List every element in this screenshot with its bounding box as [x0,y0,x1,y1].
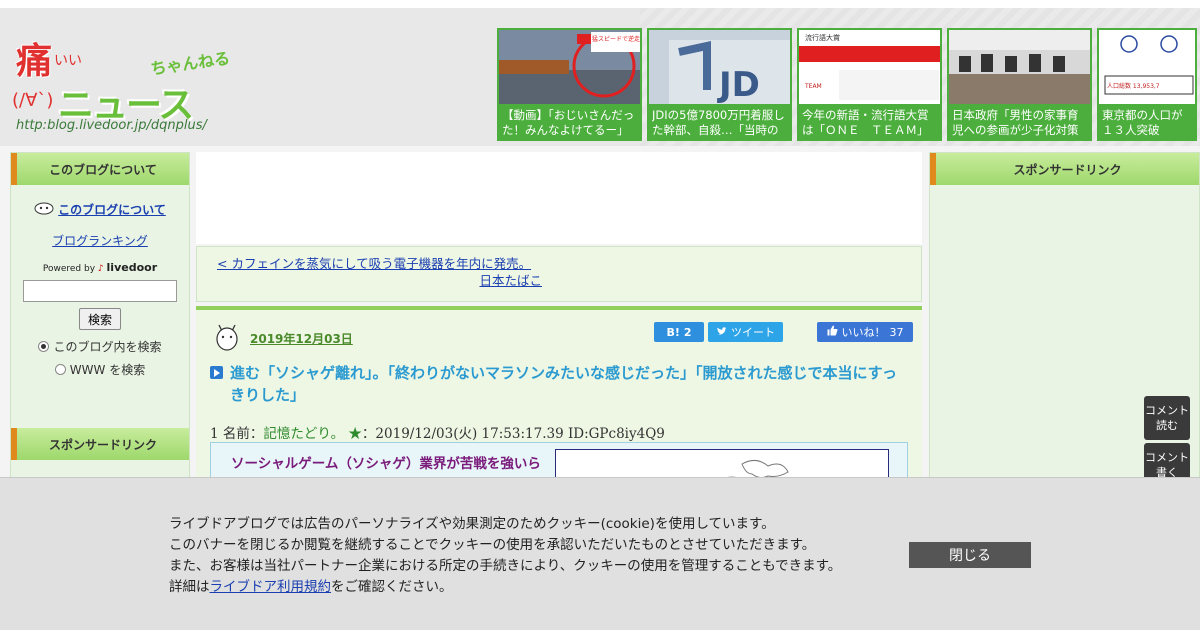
play-square-icon [210,366,223,379]
fb-like-count: 37 [889,325,904,339]
thumbnail-card[interactable]: 猛スピードで逆走 【動画】「おじいさんだった！みんなよけてるー」80 [497,28,642,141]
thumbnail-image-text: 流行語大賞 [805,33,840,42]
face-icon [34,202,54,218]
tweet-label: ツイート [731,326,775,339]
cookie-line1: ライブドアブログでは広告のパーソナライズや効果測定のためクッキー(cookie)… [169,516,775,532]
search-input[interactable] [23,280,177,302]
logo-main-char: 痛 [16,40,53,82]
thumbnail-image-text: JD [717,65,760,104]
facebook-like-button[interactable]: いいね！ 37 [817,322,913,342]
hatena-bookmark-button[interactable]: B! 2 [654,322,704,342]
prev-article-line1: < カフェインを蒸気にして吸う電子機器を年内に発売。 [217,256,532,271]
ranking-link[interactable]: ブログランキング [11,232,189,249]
about-link[interactable]: このブログについて [34,201,166,218]
cookie-close-button[interactable]: 閉じる [909,542,1031,568]
radio-checked-icon[interactable] [38,341,50,352]
response-header: 1 名前：記憶たどり。 ★：2019/12/03(火) 17:53:17.39 … [210,422,665,442]
search-button[interactable]: 検索 [79,308,121,330]
response-number: 1 [210,426,219,442]
twitter-bird-icon [716,326,727,339]
response-meta: ：2019/12/03(火) 17:53:17.39 ID:GPc8iy4Q9 [361,426,665,442]
cookie-line4: 詳細はライブドア利用規約をご確認ください。 [169,577,841,598]
about-heading: このブログについて [11,153,189,185]
thumbnail-card[interactable]: 日本政府「男性の家事育児への参画が少子化対策に繋 [947,28,1092,141]
response-star-icon: ★ [348,426,362,442]
read-comments-button[interactable]: コメント読む [1144,396,1190,440]
thumbnail-image-text: 人口総数 13,953,7 [1107,82,1160,90]
left-sponsor-heading: スポンサードリンク [11,428,189,460]
tweet-button[interactable]: ツイート [708,322,783,342]
livedoor-logo-icon: ♪ [97,264,104,274]
response-name-label: 名前： [222,426,264,442]
thumbnail-image: 人口総数 13,953,7 [1099,30,1195,104]
fb-like-label: いいね！ [841,326,886,339]
logo-small-text: いい [54,53,82,69]
right-sponsor-heading: スポンサードリンク [930,153,1199,185]
cookie-line4-prefix: 詳細は [169,579,210,595]
radio-search-blog-label: このブログ内を検索 [53,340,162,354]
thumbnail-card[interactable]: JD JDIの5億7800万円着服した幹部、自殺…「当時の経営 [647,28,792,141]
cookie-line4-suffix: をご確認ください。 [331,579,453,595]
site-logo[interactable]: 痛 いい ちゃんねる (/∀`) ニュース http:blog.livedoor… [10,28,232,138]
site-header: 痛 いい ちゃんねる (/∀`) ニュース http:blog.livedoor… [0,0,1200,146]
cookie-banner: ライブドアブログでは広告のパーソナライズや効果測定のためクッキー(cookie)… [0,477,1200,630]
logo-face-text: (/∀`) [12,90,54,111]
prev-article-box: < カフェインを蒸気にして吸う電子機器を年内に発売。 日本たばこ [196,246,922,302]
thumbnail-caption: 東京都の人口が１３人突破 [1102,108,1183,137]
cookie-text: ライブドアブログでは広告のパーソナライズや効果測定のためクッキー(cookie)… [169,514,841,598]
radio-search-www[interactable]: WWW を検索 [11,361,189,378]
svg-text:TEAM: TEAM [804,83,822,90]
post-title[interactable]: 進む「ソシャゲ離れ」。「終わりがないマラソンみたいな感じだった」「開放された感じ… [210,362,910,406]
post-date[interactable]: 2019年12月03日 [250,330,353,347]
about-link-label: このブログについて [58,203,166,217]
response-name: 記憶たどり。 [263,426,345,442]
header-article-thumbnails: 猛スピードで逆走 【動画】「おじいさんだった！みんなよけてるー」80 JD JD… [497,28,1197,141]
hatena-label: B! [666,325,680,339]
prev-article-line2: 日本たばこ [479,273,542,288]
thumbnail-image: 流行語大賞 TEAM [799,30,940,104]
cookie-line3: また、お客様は当社パートナー企業における所定の手続きにより、クッキーの使用を管理… [169,558,842,574]
thumbnail-image: 猛スピードで逆走 [499,30,640,104]
thumbnail-image: JD [649,30,790,104]
powered-brand: livedoor [106,261,158,274]
radio-search-www-label: WWW を検索 [69,363,146,377]
post-title-text: 進む「ソシャゲ離れ」。「終わりがないマラソンみたいな感じだった」「開放された感じ… [230,364,898,404]
thumbs-up-icon [827,325,838,339]
prev-article-link[interactable]: < カフェインを蒸気にして吸う電子機器を年内に発売。 日本たばこ [217,255,542,289]
thumbnail-caption: JDIの5億7800万円着服した幹部、自殺…「当時の経営 [652,108,785,139]
logo-channel-text: ちゃんねる [149,48,232,79]
thumbnail-caption: 今年の新語・流行語大賞は「ＯＮＥ ＴＥＡＭ」←関 [802,108,929,139]
thumbnail-image [949,30,1090,104]
powered-by-livedoor[interactable]: Powered by ♪ livedoor [11,261,189,274]
thumbnail-image-text: 猛スピードで逆走 [592,35,640,43]
terms-link[interactable]: ライブドア利用規約 [210,579,332,595]
radio-search-blog[interactable]: このブログ内を検索 [11,338,189,355]
thumbnail-caption: 日本政府「男性の家事育児への参画が少子化対策に繋 [952,108,1079,139]
logo-url-text: http:blog.livedoor.jp/dqnplus/ [16,118,207,133]
radio-unchecked-icon[interactable] [54,364,66,375]
left-sponsor-section: スポンサードリンク [11,428,189,460]
powered-by-label: Powered by [42,264,96,274]
cookie-line2: このバナーを閉じるか閲覧を継続することでクッキーの使用を承認いただいたものとさせ… [169,537,816,553]
about-box: このブログについて ブログランキング Powered by ♪ livedoor… [11,185,189,378]
thumbnail-caption: 【動画】「おじいさんだった！みんなよけてるー」80 [502,108,635,139]
ad-area [196,152,922,244]
hatena-count: 2 [683,325,692,339]
author-mascot-icon [214,322,240,352]
thumbnail-card[interactable]: 流行語大賞 TEAM 今年の新語・流行語大賞は「ＯＮＥ ＴＥＡＭ」←関 [797,28,942,141]
thumbnail-card[interactable]: 人口総数 13,953,7 東京都の人口が１３人突破 [1097,28,1197,141]
